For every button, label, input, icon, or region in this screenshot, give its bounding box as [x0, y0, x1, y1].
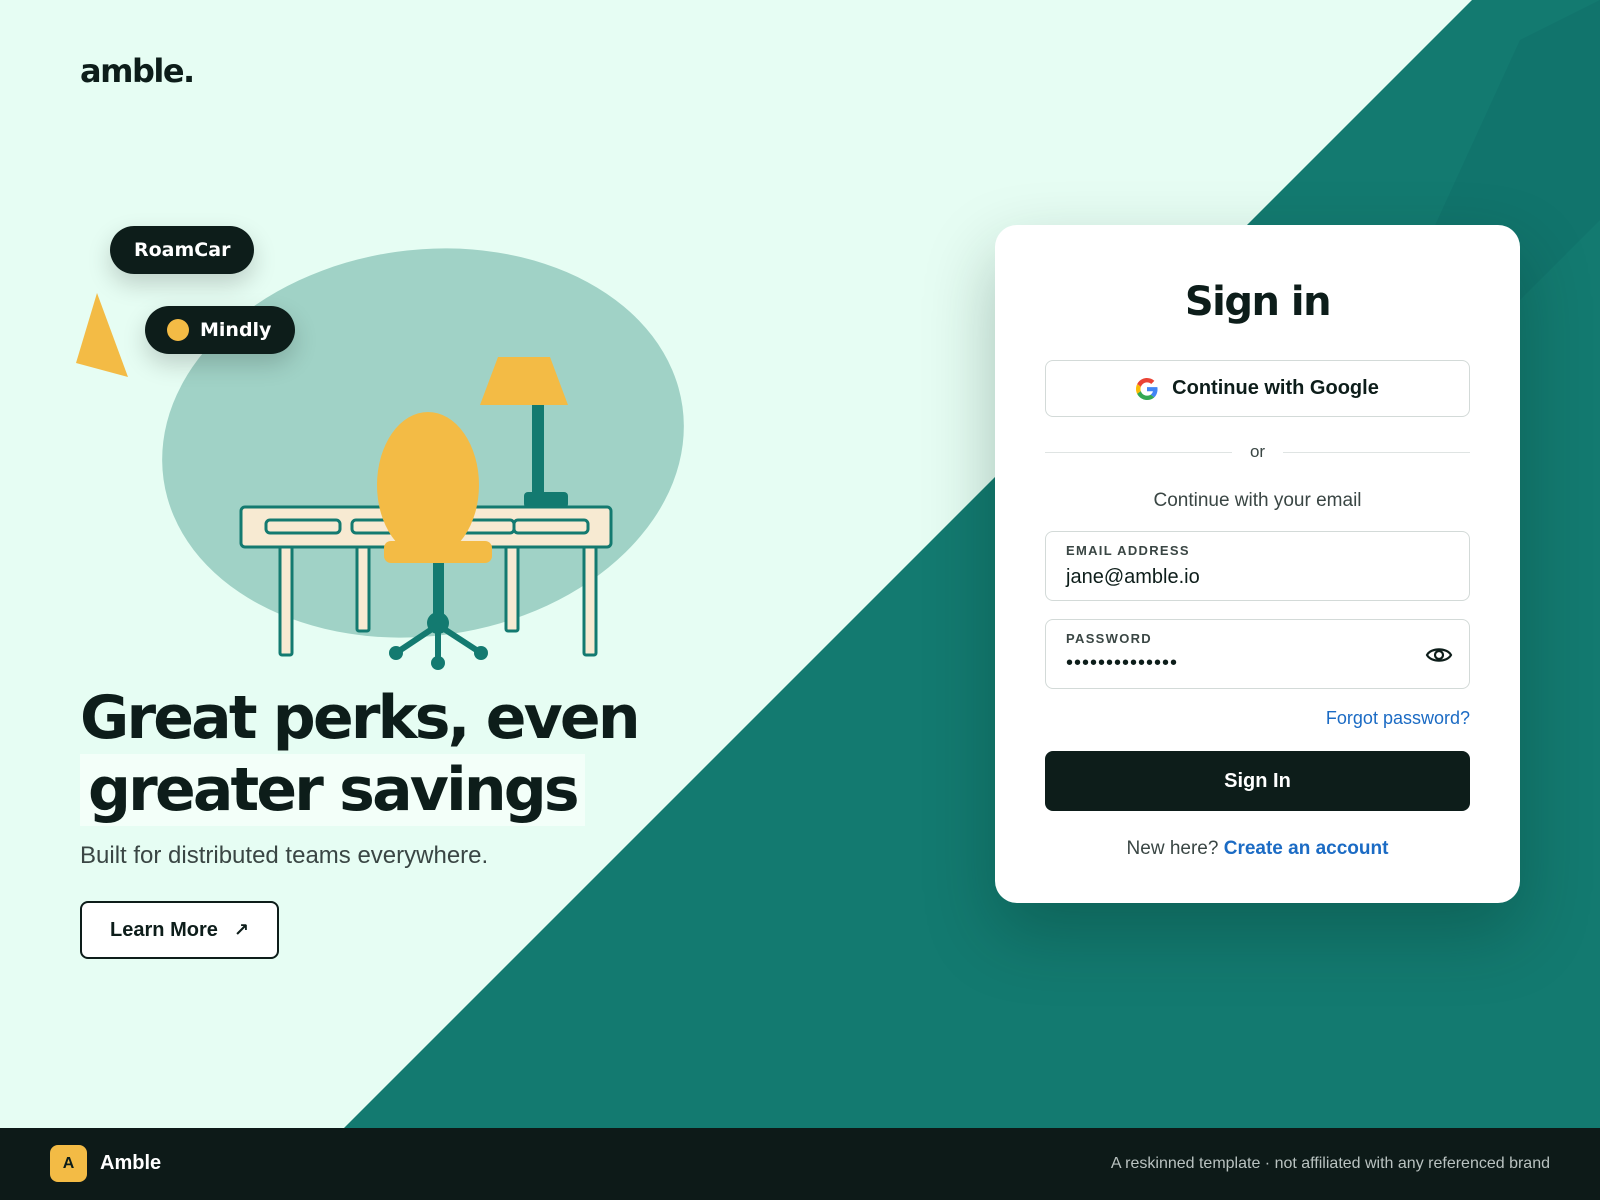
- footer-brand-name: Amble: [100, 1152, 162, 1174]
- password-field[interactable]: PASSWORD ••••••••••••••: [1045, 619, 1470, 689]
- chip-label: RoamCar: [134, 239, 231, 261]
- email-caption: Continue with your email: [1153, 490, 1362, 511]
- brand-logo[interactable]: amble.: [80, 52, 195, 90]
- or-divider: or: [1045, 442, 1470, 462]
- footer-disclaimer: A reskinned template · not affiliated wi…: [1110, 1155, 1550, 1172]
- password-input[interactable]: ••••••••••••••: [1066, 652, 1178, 675]
- google-signin-button[interactable]: Continue with Google: [1045, 360, 1470, 417]
- footer-bar: A Amble A reskinned template · not affil…: [0, 1128, 1600, 1200]
- learn-more-label: Learn More: [110, 918, 218, 941]
- desk-illustration: [76, 248, 684, 670]
- divider-line: [1283, 451, 1470, 453]
- email-input[interactable]: jane@amble.io: [1066, 566, 1200, 589]
- eye-icon[interactable]: [1425, 643, 1453, 667]
- divider-line: [1045, 451, 1232, 453]
- arrow-up-right-icon: ↗: [233, 919, 249, 941]
- signin-title: Sign in: [1184, 279, 1332, 325]
- forgot-password-link[interactable]: Forgot password?: [1326, 708, 1470, 729]
- divider-text: or: [1249, 442, 1266, 461]
- create-account-link[interactable]: Create an account: [1224, 838, 1389, 859]
- google-button-label: Continue with Google: [1172, 377, 1379, 399]
- new-here-text: New here?: [1126, 838, 1219, 859]
- partner-chip-roamcar: RoamCar: [110, 226, 255, 274]
- create-account-row: New here? Create an account: [995, 838, 1520, 860]
- password-label: PASSWORD: [1066, 631, 1152, 646]
- email-field[interactable]: EMAIL ADDRESS jane@amble.io: [1045, 531, 1470, 601]
- signin-button[interactable]: Sign In: [1045, 751, 1470, 811]
- learn-more-button[interactable]: Learn More ↗: [80, 901, 279, 959]
- yellow-dot-icon: [167, 319, 189, 341]
- hero-headline: Great perks, even greater savings: [80, 682, 641, 826]
- chip-label: Mindly: [200, 319, 272, 341]
- headline-line-1: Great perks, even: [80, 683, 641, 753]
- headline-line-2: greater savings: [80, 754, 585, 826]
- google-icon: [1136, 377, 1158, 400]
- hero-subhead: Built for distributed teams everywhere.: [80, 842, 489, 869]
- partner-chip-mindly: Mindly: [145, 306, 296, 354]
- footer-badge: A: [50, 1145, 87, 1182]
- email-label: EMAIL ADDRESS: [1066, 543, 1190, 558]
- signin-card: Sign in Continue with Google or Continue…: [995, 225, 1520, 903]
